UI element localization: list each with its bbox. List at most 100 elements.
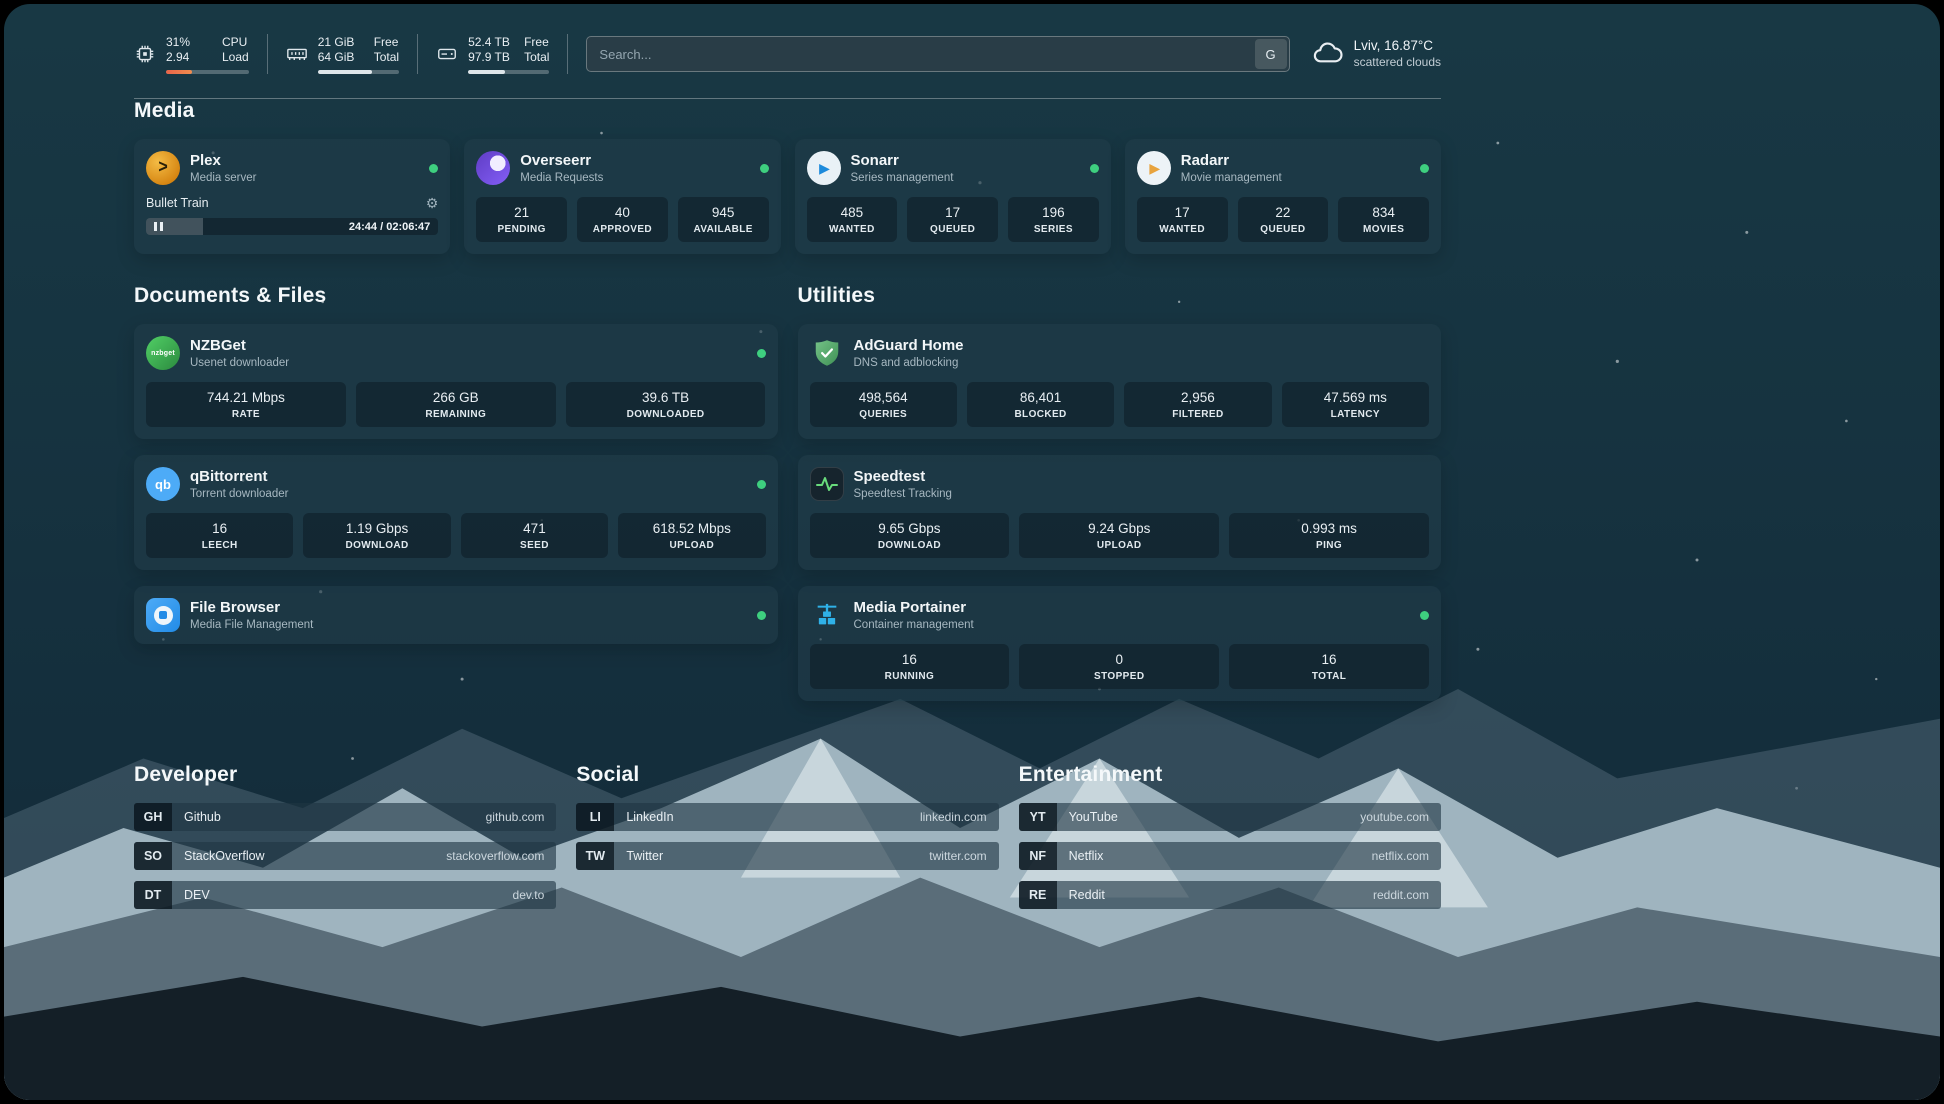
- app-subtitle: Movie management: [1181, 172, 1282, 184]
- pause-icon[interactable]: [154, 222, 163, 231]
- stat-rate: 744.21 MbpsRATE: [146, 382, 346, 427]
- cpu-load-label: Load: [222, 50, 249, 65]
- stat-downloaded: 39.6 TBDOWNLOADED: [566, 382, 766, 427]
- bookmark-stackoverflow[interactable]: SO StackOverflow stackoverflow.com: [134, 842, 556, 870]
- status-dot: [1090, 164, 1099, 173]
- filebrowser-icon: [146, 598, 180, 632]
- bookmark-abbr: RE: [1019, 881, 1057, 909]
- bookmark-reddit[interactable]: RE Reddit reddit.com: [1019, 881, 1441, 909]
- entertainment-column: Entertainment YT YouTube youtube.com NF …: [1019, 763, 1441, 920]
- weather-widget[interactable]: Lviv, 16.87°C scattered clouds: [1312, 37, 1441, 71]
- social-column: Social LI LinkedIn linkedin.com TW Twitt…: [576, 763, 998, 920]
- disk-free: 52.4 TB: [468, 35, 510, 50]
- ram-free: 21 GiB: [318, 35, 360, 50]
- documents-column: Documents & Files nzbget NZBGet Usenet d…: [134, 284, 778, 660]
- playback-progress-bar[interactable]: 24:44 / 02:06:47: [146, 218, 438, 235]
- bookmark-url: linkedin.com: [920, 803, 999, 831]
- bookmark-twitter[interactable]: TW Twitter twitter.com: [576, 842, 998, 870]
- plex-icon: >: [146, 151, 180, 185]
- bookmark-abbr: YT: [1019, 803, 1057, 831]
- app-card-adguard[interactable]: AdGuard Home DNS and adblocking 498,564Q…: [798, 324, 1442, 439]
- section-title-social: Social: [576, 763, 998, 787]
- app-name: Media Portainer: [854, 599, 974, 617]
- app-name: Sonarr: [851, 152, 954, 170]
- app-card-filebrowser[interactable]: File Browser Media File Management: [134, 586, 778, 644]
- qbittorrent-icon: qb: [146, 467, 180, 501]
- cpu-percent: 31%: [166, 35, 208, 50]
- app-subtitle: Usenet downloader: [190, 357, 289, 369]
- search-engine-button[interactable]: G: [1255, 39, 1287, 69]
- app-card-speedtest[interactable]: Speedtest Speedtest Tracking 9.65 GbpsDO…: [798, 455, 1442, 570]
- app-name: AdGuard Home: [854, 337, 964, 355]
- stat-ping: 0.993 msPING: [1229, 513, 1429, 558]
- app-subtitle: Container management: [854, 619, 974, 631]
- app-card-sonarr[interactable]: ▶ Sonarr Series management 485WANTED 17Q…: [795, 139, 1111, 254]
- app-card-overseerr[interactable]: Overseerr Media Requests 21PENDING 40APP…: [464, 139, 780, 254]
- bookmark-url: netflix.com: [1372, 842, 1441, 870]
- bookmark-name: YouTube: [1057, 803, 1118, 831]
- section-title-documents: Documents & Files: [134, 284, 778, 308]
- adguard-icon: [810, 336, 844, 370]
- app-name: Radarr: [1181, 152, 1282, 170]
- disk-total: 97.9 TB: [468, 50, 510, 65]
- bookmark-name: Twitter: [614, 842, 663, 870]
- bookmark-dev[interactable]: DT DEV dev.to: [134, 881, 556, 909]
- cloud-icon: [1312, 40, 1344, 69]
- ram-icon: [286, 43, 308, 65]
- stat-latency: 47.569 msLATENCY: [1282, 382, 1429, 427]
- app-card-qbittorrent[interactable]: qb qBittorrent Torrent downloader 16LEEC…: [134, 455, 778, 570]
- stat-download: 9.65 GbpsDOWNLOAD: [810, 513, 1010, 558]
- bookmark-url: youtube.com: [1360, 803, 1441, 831]
- section-title-entertainment: Entertainment: [1019, 763, 1441, 787]
- portainer-icon: [810, 598, 844, 632]
- stat-running: 16RUNNING: [810, 644, 1010, 689]
- gear-icon[interactable]: ⚙: [426, 196, 439, 210]
- stat-remaining: 266 GBREMAINING: [356, 382, 556, 427]
- app-subtitle: Media Requests: [520, 172, 603, 184]
- status-dot: [757, 480, 766, 489]
- bookmark-name: StackOverflow: [172, 842, 265, 870]
- ram-widget: 21 GiB 64 GiB Free Total: [286, 34, 418, 74]
- stat-wanted: 17WANTED: [1137, 197, 1228, 242]
- app-subtitle: DNS and adblocking: [854, 357, 964, 369]
- section-title-utilities: Utilities: [798, 284, 1442, 308]
- radarr-icon: ▶: [1137, 151, 1171, 185]
- bookmark-youtube[interactable]: YT YouTube youtube.com: [1019, 803, 1441, 831]
- cpu-label: CPU: [222, 35, 249, 50]
- bookmark-abbr: NF: [1019, 842, 1057, 870]
- bookmark-linkedin[interactable]: LI LinkedIn linkedin.com: [576, 803, 998, 831]
- search-input[interactable]: [586, 36, 1289, 72]
- ram-total: 64 GiB: [318, 50, 360, 65]
- bookmark-netflix[interactable]: NF Netflix netflix.com: [1019, 842, 1441, 870]
- bookmark-url: twitter.com: [929, 842, 998, 870]
- bookmark-github[interactable]: GH Github github.com: [134, 803, 556, 831]
- media-card-row: > Plex Media server Bullet Train ⚙ 24:44…: [134, 139, 1441, 254]
- app-card-plex[interactable]: > Plex Media server Bullet Train ⚙ 24:44…: [134, 139, 450, 254]
- bookmark-name: DEV: [172, 881, 210, 909]
- bookmark-url: stackoverflow.com: [446, 842, 556, 870]
- nzbget-icon: nzbget: [146, 336, 180, 370]
- status-dot: [760, 164, 769, 173]
- cpu-load: 2.94: [166, 50, 208, 65]
- stat-queued: 17QUEUED: [907, 197, 998, 242]
- disk-icon: [436, 43, 458, 65]
- app-card-nzbget[interactable]: nzbget NZBGet Usenet downloader 744.21 M…: [134, 324, 778, 439]
- stat-movies: 834MOVIES: [1338, 197, 1429, 242]
- stat-stopped: 0STOPPED: [1019, 644, 1219, 689]
- dashboard-window: 31% 2.94 CPU Load: [4, 4, 1940, 1100]
- cpu-icon: [134, 43, 156, 65]
- stat-upload: 9.24 GbpsUPLOAD: [1019, 513, 1219, 558]
- bookmark-name: Reddit: [1057, 881, 1105, 909]
- bookmark-url: reddit.com: [1373, 881, 1441, 909]
- bookmark-abbr: SO: [134, 842, 172, 870]
- stat-series: 196SERIES: [1008, 197, 1099, 242]
- app-card-radarr[interactable]: ▶ Radarr Movie management 17WANTED 22QUE…: [1125, 139, 1441, 254]
- stat-queued: 22QUEUED: [1238, 197, 1329, 242]
- stat-pending: 21PENDING: [476, 197, 567, 242]
- section-title-media: Media: [134, 99, 1441, 123]
- stat-approved: 40APPROVED: [577, 197, 668, 242]
- app-name: Overseerr: [520, 152, 603, 170]
- app-name: qBittorrent: [190, 468, 288, 486]
- app-card-portainer[interactable]: Media Portainer Container management 16R…: [798, 586, 1442, 701]
- stat-filtered: 2,956FILTERED: [1124, 382, 1271, 427]
